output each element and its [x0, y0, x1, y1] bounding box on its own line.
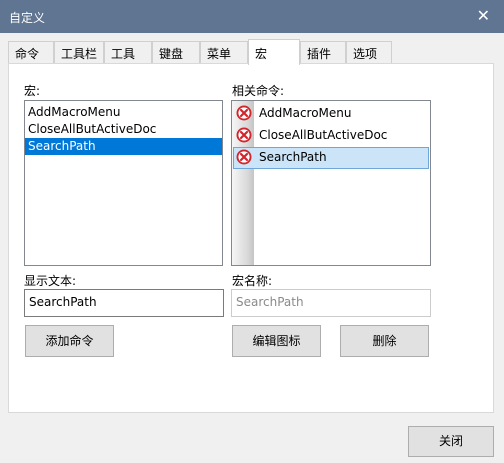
edit-icon-button[interactable]: 编辑图标 [232, 325, 321, 357]
window-title: 自定义 [9, 11, 46, 25]
command-label: SearchPath [259, 150, 327, 164]
list-item[interactable]: CloseAllButActiveDoc [25, 121, 222, 138]
related-commands-label: 相关命令: [232, 84, 285, 98]
title-bar: 自定义 ✕ [0, 0, 504, 33]
tab-menu[interactable]: 菜单 [200, 41, 248, 63]
tab-tools[interactable]: 工具 [104, 41, 152, 63]
tab-keyboard[interactable]: 键盘 [152, 41, 200, 63]
command-label: AddMacroMenu [259, 106, 352, 120]
delete-button[interactable]: 删除 [340, 325, 429, 357]
error-x-icon [236, 127, 252, 143]
command-row-selected[interactable]: SearchPath [233, 147, 429, 169]
tab-macros[interactable]: 宏 [248, 39, 300, 65]
command-label: CloseAllButActiveDoc [259, 128, 388, 142]
tab-plugins[interactable]: 插件 [300, 41, 346, 63]
macro-name-input: SearchPath [231, 289, 431, 317]
command-row[interactable]: CloseAllButActiveDoc [233, 125, 429, 147]
macro-name-label: 宏名称: [232, 274, 273, 288]
list-item-selected[interactable]: SearchPath [25, 138, 222, 155]
list-item[interactable]: AddMacroMenu [25, 104, 222, 121]
display-text-label: 显示文本: [24, 274, 77, 288]
close-icon[interactable]: ✕ [477, 6, 490, 26]
error-x-icon [236, 105, 252, 121]
related-commands-listbox[interactable]: AddMacroMenu CloseAllButActiveDoc Search… [231, 100, 431, 266]
command-row[interactable]: AddMacroMenu [233, 103, 429, 125]
display-text-input[interactable]: SearchPath [24, 289, 224, 317]
tab-toolbars[interactable]: 工具栏 [54, 41, 104, 63]
macros-listbox[interactable]: AddMacroMenu CloseAllButActiveDoc Search… [24, 100, 223, 266]
tab-options[interactable]: 选项 [346, 41, 392, 63]
error-x-icon [236, 149, 252, 165]
macros-label: 宏: [24, 84, 41, 98]
add-command-button[interactable]: 添加命令 [25, 325, 114, 357]
close-button[interactable]: 关闭 [408, 426, 494, 457]
tab-commands[interactable]: 命令 [8, 41, 54, 63]
